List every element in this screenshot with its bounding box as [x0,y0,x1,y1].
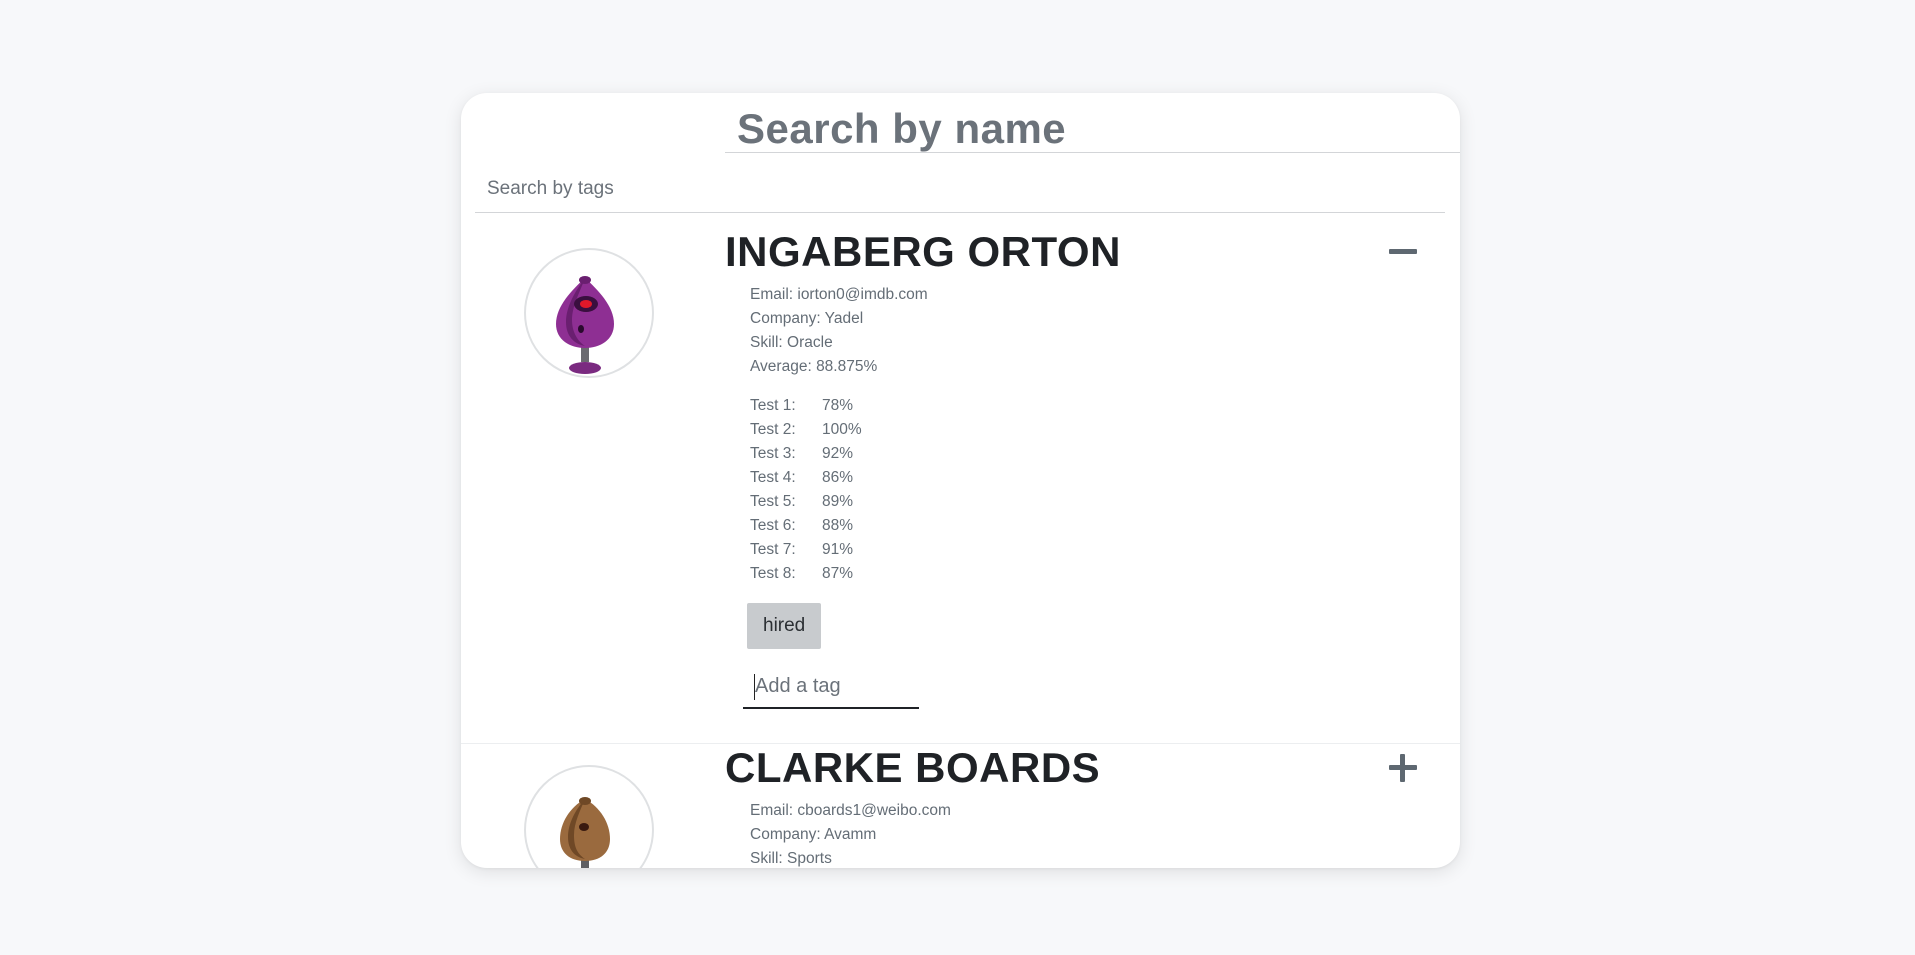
grade-label: Test 7: [750,541,796,558]
avatar [524,765,654,868]
grade-label: Test 1: [750,397,796,414]
grade-row: Test 8: 87% [750,562,862,586]
grade-row: Test 7: 91% [750,538,862,562]
grade-value: 87% [822,565,854,582]
student-info: Email: iorton0@imdb.com Company: Yadel S… [750,283,928,379]
grade-value: 91% [822,541,854,558]
grade-label: Test 4: [750,469,796,486]
grade-label: Test 6: [750,517,796,534]
student-skill: Skill: Oracle [750,334,833,351]
grade-value: 89% [822,493,854,510]
plus-icon-vertical [1400,754,1405,782]
grade-value: 78% [822,397,854,414]
student-avatar-image [556,276,614,374]
student-company: Company: Yadel [750,310,864,327]
student-info: Email: cboards1@weibo.com Company: Avamm… [750,799,951,868]
student-name: INGABERG ORTON [725,228,1121,275]
grades-list: Test 1: 78% Test 2: 100% Test 3: 92% Test 4… [750,394,862,586]
collapse-toggle-button[interactable] [1387,236,1419,268]
avatar [524,248,654,378]
minus-icon [1389,249,1417,254]
grade-label: Test 2: [750,421,796,438]
grade-value: 100% [822,421,862,438]
grade-value: 88% [822,517,854,534]
grade-row: Test 6: 88% [750,514,862,538]
tag-badge: hired [747,603,822,649]
grade-row: Test 2: 100% [750,418,862,442]
grade-row: Test 1: 78% [750,394,862,418]
grade-label: Test 3: [750,445,796,462]
add-tag-input[interactable] [743,665,919,709]
student-company: Company: Avamm [750,826,877,843]
grade-value: 86% [822,469,854,486]
student-avatar-image [560,797,610,868]
grade-row: Test 5: 89% [750,490,862,514]
student-average: Average: 88.875% [750,358,878,375]
student-name: CLARKE BOARDS [725,744,1101,791]
student-email: Email: cboards1@weibo.com [750,802,951,819]
student-skill: Skill: Sports [750,850,832,867]
grade-label: Test 5: [750,493,796,510]
student-email: Email: iorton0@imdb.com [750,286,928,303]
text-cursor [754,674,755,700]
grade-value: 92% [822,445,854,462]
student-list-card: INGABERG ORTON Email: iorton0@imdb.com C… [461,93,1460,868]
student-card: INGABERG ORTON Email: iorton0@imdb.com C… [461,93,1460,743]
expand-toggle-button[interactable] [1387,752,1419,784]
grade-label: Test 8: [750,565,796,582]
grade-row: Test 3: 92% [750,442,862,466]
student-card: CLARKE BOARDS Email: cboards1@weibo.com … [461,743,1460,868]
grade-row: Test 4: 86% [750,466,862,490]
